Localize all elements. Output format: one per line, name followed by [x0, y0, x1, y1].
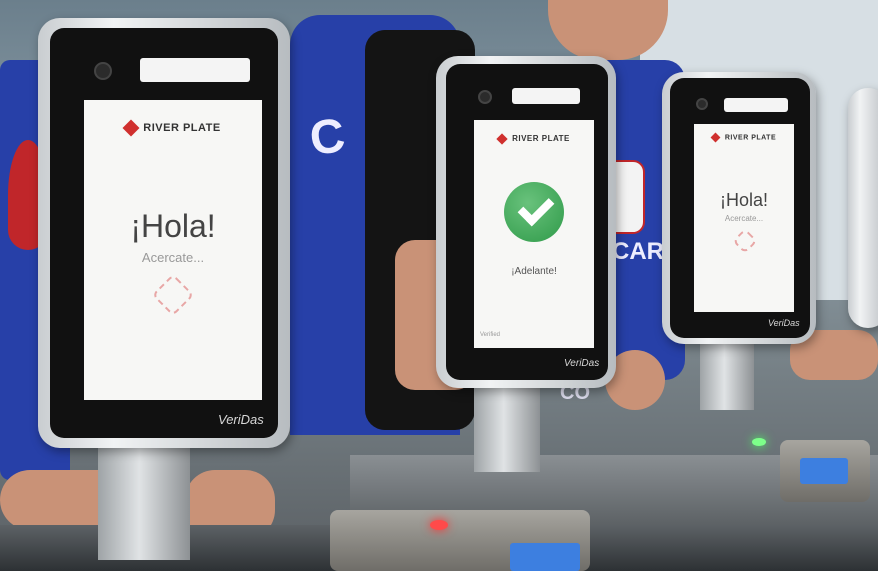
footer-left-text: Verified	[480, 332, 501, 338]
kiosk-center: RIVER PLATE ¡Adelante! Verified VeriDas	[436, 56, 616, 388]
kiosk-left-logo: RIVER PLATE	[84, 119, 262, 137]
kiosk-center-screen: RIVER PLATE ¡Adelante! Verified	[474, 120, 594, 348]
logo-text: RIVER PLATE	[143, 122, 221, 134]
kiosk-right-post	[700, 335, 754, 410]
face-emblem-icon	[151, 273, 195, 317]
greeting-text: ¡Hola!	[130, 208, 216, 244]
kiosk-left-screen: RIVER PLATE ¡Hola! Acercate...	[84, 100, 262, 400]
ir-sensor-bar	[512, 88, 580, 104]
camera-icon	[478, 90, 492, 104]
kiosk-center-post	[474, 382, 540, 472]
kiosk-left-bezel: RIVER PLATE ¡Hola! Acercate... VeriDas	[50, 28, 278, 438]
kiosk-right-logo: RIVER PLATE	[694, 132, 794, 143]
kiosk-left-brand: VeriDas	[218, 412, 264, 427]
reader-display-right	[800, 458, 848, 484]
river-plate-logo-icon	[710, 132, 721, 143]
kiosk-right: RIVER PLATE ¡Hola! Acercate... VeriDas	[662, 72, 816, 344]
camera-icon	[696, 98, 708, 110]
river-plate-logo-icon	[122, 119, 140, 137]
kiosk-center-brand: VeriDas	[564, 358, 600, 369]
kiosk-center-logo: RIVER PLATE	[474, 133, 594, 145]
subtitle-text: Acercate...	[724, 214, 764, 223]
greeting-text: ¡Hola!	[719, 190, 768, 210]
ir-sensor-bar	[140, 58, 250, 82]
kiosk-right-brand: VeriDas	[768, 318, 800, 328]
face-emblem-icon	[732, 228, 758, 254]
kiosk-right-bezel: RIVER PLATE ¡Hola! Acercate... VeriDas	[670, 78, 810, 338]
kiosk-right-screen: RIVER PLATE ¡Hola! Acercate...	[694, 124, 794, 312]
river-plate-logo-icon	[496, 133, 508, 145]
kiosk-far-right	[848, 88, 878, 328]
subtitle-text: Acercate...	[141, 250, 205, 265]
check-icon	[504, 182, 564, 242]
logo-text: RIVER PLATE	[724, 134, 777, 142]
status-text: ¡Adelante!	[511, 266, 557, 277]
jersey-lettering-1: C	[306, 108, 349, 167]
kiosk-left-post	[98, 440, 190, 560]
red-indicator-light	[430, 520, 448, 530]
photo-scene: C CARP CO RIVER PLATE ¡Hola! Acercate...	[0, 0, 878, 571]
green-indicator-light	[752, 438, 766, 446]
kiosk-left: RIVER PLATE ¡Hola! Acercate... VeriDas	[38, 18, 290, 448]
reader-display-front	[510, 543, 580, 571]
logo-text: RIVER PLATE	[512, 134, 570, 143]
kiosk-center-bezel: RIVER PLATE ¡Adelante! Verified VeriDas	[446, 64, 608, 380]
camera-icon	[94, 62, 112, 80]
ir-sensor-bar	[724, 98, 788, 112]
check-mark	[517, 189, 555, 227]
